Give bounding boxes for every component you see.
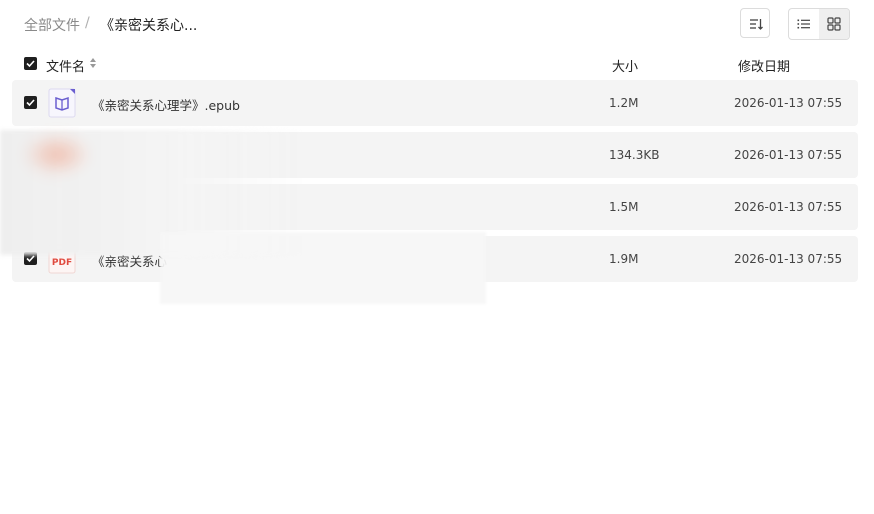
sort-lines-icon xyxy=(750,19,763,30)
file-date: 2026-01-13 07:55 xyxy=(734,200,843,214)
check-icon xyxy=(26,60,35,68)
svg-text:PDF: PDF xyxy=(52,258,72,268)
list-view-icon xyxy=(797,19,810,29)
table-row[interactable]: 《亲密关系心理学》.epub 1.2M 2026-01-13 07:55 xyxy=(12,80,858,126)
grid-view-icon xyxy=(827,17,841,31)
check-icon xyxy=(26,99,35,107)
table-header: 文件名 大小 修改日期 xyxy=(0,50,874,78)
file-size: 1.5M xyxy=(609,200,639,214)
file-date: 2026-01-13 07:55 xyxy=(734,252,843,266)
top-bar: 全部文件 / 《亲密关系心... xyxy=(0,0,874,48)
list-view-button[interactable] xyxy=(789,9,819,39)
file-date: 2026-01-13 07:55 xyxy=(734,148,843,162)
sort-button[interactable] xyxy=(740,8,770,38)
column-header-date: 修改日期 xyxy=(738,60,791,75)
epub-book-icon xyxy=(48,88,76,118)
file-size: 134.3KB xyxy=(609,148,660,162)
redaction-overlay xyxy=(160,232,486,304)
select-all-checkbox[interactable] xyxy=(24,57,37,70)
grid-view-button[interactable] xyxy=(819,9,849,39)
sort-arrows-icon[interactable] xyxy=(89,57,97,69)
file-name[interactable]: 《亲密关系心理学》.epub xyxy=(92,95,240,114)
column-header-name[interactable]: 文件名 xyxy=(46,56,85,75)
breadcrumb-current: 《亲密关系心... xyxy=(100,18,198,34)
view-toggle xyxy=(788,8,850,40)
breadcrumb-root-link[interactable]: 全部文件 xyxy=(24,15,80,35)
column-header-size: 大小 xyxy=(612,60,639,75)
file-date: 2026-01-13 07:55 xyxy=(734,96,843,110)
breadcrumb-separator: / xyxy=(85,15,90,31)
file-size: 1.2M xyxy=(609,96,639,110)
file-size: 1.9M xyxy=(609,252,639,266)
row-checkbox[interactable] xyxy=(24,96,37,109)
